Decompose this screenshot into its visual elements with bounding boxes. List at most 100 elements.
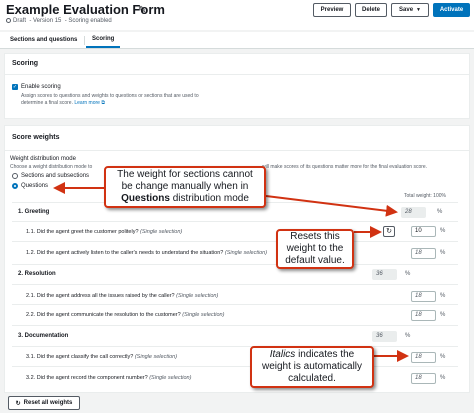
section-weight-input: 36 — [372, 331, 397, 342]
radio-questions[interactable] — [12, 183, 18, 189]
preview-button[interactable]: Preview — [313, 3, 351, 17]
scoring-panel: Scoring — [4, 53, 470, 119]
row-divider — [12, 221, 458, 222]
callout1-line2: be change manually when in — [121, 181, 249, 192]
row-divider — [12, 264, 458, 265]
section-label: 3. Documentation — [18, 333, 69, 339]
callout3-line1-tail: indicates the — [295, 349, 355, 360]
row-divider — [12, 366, 458, 367]
question-weight-input[interactable]: 18 — [411, 352, 436, 363]
page-header: Example Evaluation Form ✎ Draft - Versio… — [0, 0, 474, 30]
percent-unit: % — [405, 333, 411, 339]
question-text: 1.1. Did the agent greet the customer po… — [26, 229, 139, 235]
tab-divider — [84, 36, 85, 45]
question-label: 1.1. Did the agent greet the customer po… — [26, 229, 182, 235]
percent-unit: % — [440, 354, 446, 360]
callout1-line1: The weight for sections cannot — [117, 169, 253, 180]
percent-unit: % — [440, 250, 446, 256]
row-divider — [12, 346, 458, 347]
section-label: 1. Greeting — [18, 209, 50, 215]
question-text: 2.2. Did the agent communicate the resol… — [26, 312, 181, 318]
reset-weight-icon[interactable]: ↻ — [383, 226, 395, 237]
version-text: Version 15 — [33, 18, 62, 24]
question-type: (Single selection) — [176, 293, 219, 299]
panel-divider — [5, 150, 469, 151]
draft-status-icon — [6, 18, 11, 23]
callout2-line3: default value. — [285, 255, 345, 266]
tab-scoring[interactable]: Scoring — [86, 32, 121, 48]
section-weight-input: 28 — [401, 207, 426, 218]
percent-unit: % — [440, 312, 446, 318]
callout1-bold: Questions — [121, 193, 170, 204]
question-text: 3.2. Did the agent record the component … — [26, 375, 148, 381]
row-divider — [12, 241, 458, 242]
delete-button[interactable]: Delete — [355, 3, 387, 17]
tab-sections-and-questions[interactable]: Sections and questions — [10, 32, 77, 48]
callout-reset-note: Resets this weight to the default value. — [276, 229, 354, 269]
question-text: 2.1. Did the agent address all the issue… — [26, 293, 175, 299]
save-button[interactable]: Save ▼ — [391, 3, 429, 17]
total-weight: Total weight: 100% — [404, 193, 446, 199]
percent-unit: % — [440, 293, 446, 299]
scoring-help-line1: Assign scores to questions and weights t… — [21, 93, 199, 99]
section-weight-input: 36 — [372, 269, 397, 280]
question-text: 3.1. Did the agent classify the call cor… — [26, 354, 134, 360]
option-questions-label: Questions — [21, 183, 49, 189]
learn-more-link[interactable]: Learn more — [74, 100, 100, 106]
row-divider — [12, 304, 458, 305]
status-text: Draft — [13, 18, 27, 24]
question-weight-input[interactable]: 10 — [411, 226, 436, 237]
percent-unit: % — [437, 209, 443, 215]
weight-mode-help-right: will make scores of its questions matter… — [262, 164, 428, 170]
reset-icon: ↻ — [15, 400, 21, 407]
edit-title-pencil-icon[interactable]: ✎ — [138, 5, 146, 16]
callout3-italic: Italics — [269, 349, 296, 360]
callout2-line2: weight to the — [286, 243, 344, 254]
caret-down-icon: ▼ — [416, 7, 421, 13]
question-label: 2.1. Did the agent address all the issue… — [26, 293, 218, 299]
activate-button[interactable]: Activate — [433, 3, 470, 17]
enable-scoring-label: Enable scoring — [21, 84, 61, 90]
callout-italics-note: Italics indicates the weight is automati… — [250, 346, 374, 388]
callout1-tail: distribution mode — [169, 193, 249, 204]
panel-divider — [5, 74, 469, 75]
score-weights-title: Score weights — [12, 134, 60, 141]
question-text: 1.2. Did the agent actively listen to th… — [26, 250, 224, 256]
question-label: 3.2. Did the agent record the component … — [26, 375, 191, 381]
section-label: 2. Resolution — [18, 271, 56, 277]
question-weight-input[interactable]: 18 — [411, 248, 436, 259]
question-weight-input[interactable]: 18 — [411, 291, 436, 302]
question-type: (Single selection) — [134, 354, 178, 360]
external-link-icon: ⧉ — [101, 100, 105, 106]
callout3-line3: calculated. — [288, 373, 336, 384]
save-label: Save — [399, 7, 414, 13]
tab-bar: Sections and questions Scoring — [0, 32, 474, 49]
scoring-help-line2: determine a final score. Learn more ⧉ — [21, 100, 105, 106]
reset-all-weights-button[interactable]: ↻ Reset all weights — [8, 396, 80, 410]
percent-unit: % — [405, 271, 411, 277]
scoring-help-text: determine a final score. — [21, 100, 73, 106]
question-type: (Single selection) — [140, 229, 183, 235]
callout3-line2: weight is automatically — [261, 361, 363, 372]
question-label: 1.2. Did the agent actively listen to th… — [26, 250, 267, 256]
scoring-title: Scoring — [12, 60, 39, 67]
option-sections-label: Sections and subsections — [21, 173, 90, 179]
percent-unit: % — [440, 375, 446, 381]
question-label: 2.2. Did the agent communicate the resol… — [26, 312, 224, 318]
question-type: (Single selection) — [149, 375, 192, 381]
scoring-state-text: Scoring enabled — [68, 18, 112, 24]
question-weight-input[interactable]: 18 — [411, 310, 436, 321]
reset-all-label: Reset all weights — [23, 400, 73, 406]
form-meta: Draft - Version 15 - Scoring enabled — [6, 18, 112, 24]
question-type: (Single selection) — [224, 250, 268, 256]
radio-sections-and-subsections[interactable] — [12, 173, 18, 179]
callout2-line1: Resets this — [290, 231, 340, 242]
row-divider — [12, 325, 458, 326]
weight-mode-help-left: Choose a weight distribution mode to — [10, 164, 93, 170]
question-type: (Single selection) — [182, 312, 225, 318]
callout-section-weight-note: The weight for sections cannot be change… — [104, 166, 266, 208]
question-weight-input[interactable]: 18 — [411, 373, 436, 384]
enable-scoring-checkbox[interactable]: ✓ — [12, 84, 18, 90]
percent-unit: % — [440, 228, 446, 234]
question-label: 3.1. Did the agent classify the call cor… — [26, 354, 177, 360]
